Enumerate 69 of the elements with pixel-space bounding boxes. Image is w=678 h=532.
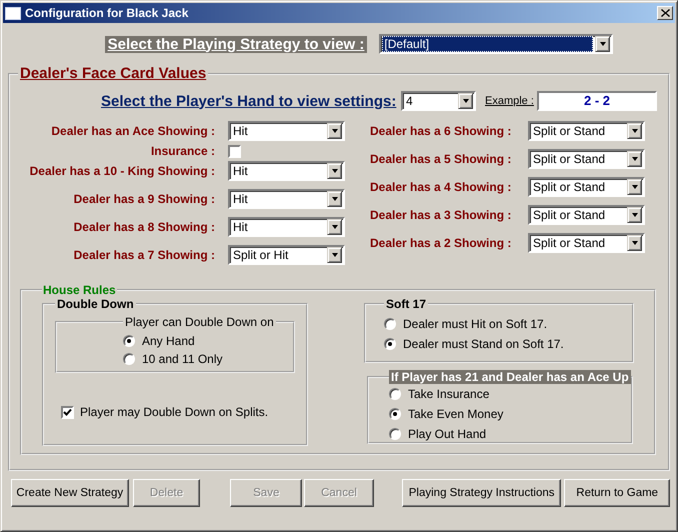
dropdown-button[interactable] <box>595 36 610 52</box>
radio-button[interactable] <box>123 335 135 347</box>
option-label: Play Out Hand <box>408 427 486 441</box>
option-label: Player may Double Down on Splits. <box>80 405 268 419</box>
window-title: Configuration for Black Jack <box>25 6 190 20</box>
option-label: 10 and 11 Only <box>142 352 223 366</box>
setting-label: Insurance : <box>150 144 215 158</box>
radio-button[interactable] <box>389 408 401 420</box>
radio-button[interactable] <box>389 388 401 400</box>
option-label: Dealer must Stand on Soft 17. <box>403 337 564 351</box>
setting-label: Dealer has an Ace Showing : <box>50 124 215 138</box>
setting-dropdown[interactable]: Split or Hit <box>228 245 345 265</box>
dropdown-button[interactable] <box>327 247 342 263</box>
setting-label: Dealer has a 6 Showing : <box>370 124 512 138</box>
dropdown-button[interactable] <box>627 207 642 223</box>
group-title: Player can Double Down on <box>124 315 275 329</box>
dropdown-button[interactable] <box>627 235 642 251</box>
setting-dropdown[interactable]: Split or Stand <box>528 177 645 197</box>
close-button[interactable] <box>657 6 673 20</box>
example-label: Example : <box>485 95 535 107</box>
group-title: If Player has 21 and Dealer has an Ace Up <box>389 370 631 384</box>
dialog-button[interactable]: Create New Strategy <box>11 479 129 507</box>
radio-button[interactable] <box>384 318 396 330</box>
dropdown-button[interactable] <box>327 219 342 235</box>
radio-button[interactable] <box>389 428 401 440</box>
hand-label: Select the Player's Hand to view settings: <box>101 92 393 110</box>
setting-dropdown[interactable]: Split or Stand <box>528 149 645 169</box>
dropdown-button[interactable] <box>327 123 342 139</box>
option-label: Take Insurance <box>408 387 490 401</box>
dropdown-button[interactable] <box>327 191 342 207</box>
hand-dropdown[interactable]: 4 <box>401 91 476 111</box>
dropdown-button[interactable] <box>458 93 473 109</box>
dropdown-button[interactable] <box>327 163 342 179</box>
setting-dropdown[interactable]: Hit <box>228 121 345 141</box>
setting-dropdown[interactable]: Hit <box>228 189 345 209</box>
setting-label: Dealer has a 2 Showing : <box>370 236 512 250</box>
setting-label: Dealer has a 3 Showing : <box>370 208 512 222</box>
dropdown-button[interactable] <box>627 123 642 139</box>
option-label: Dealer must Hit on Soft 17. <box>403 317 548 331</box>
window-icon <box>5 6 21 20</box>
setting-dropdown[interactable]: Split or Stand <box>528 205 645 225</box>
group-title: Double Down <box>56 297 135 311</box>
setting-label: Dealer has a 10 - King Showing : <box>28 164 215 178</box>
setting-dropdown[interactable]: Split or Stand <box>528 121 645 141</box>
setting-dropdown[interactable]: Split or Stand <box>528 233 645 253</box>
group-title: Soft 17 <box>385 297 428 311</box>
dropdown-button[interactable] <box>627 179 642 195</box>
strategy-dropdown[interactable]: [Default] <box>379 34 614 54</box>
setting-label: Dealer has a 8 Showing : <box>72 220 215 234</box>
group-title: Dealer's Face Card Values <box>19 65 208 82</box>
group-title: House Rules <box>42 283 117 297</box>
strategy-label: Select the Playing Strategy to view : <box>104 36 368 52</box>
setting-dropdown[interactable]: Hit <box>228 161 345 181</box>
dropdown-button[interactable] <box>627 151 642 167</box>
radio-button[interactable] <box>384 338 396 350</box>
checkbox[interactable] <box>228 144 241 158</box>
example-field: 2 - 2 <box>537 91 657 111</box>
setting-label: Dealer has a 7 Showing : <box>72 248 215 262</box>
setting-label: Dealer has a 5 Showing : <box>370 152 512 166</box>
option-label: Any Hand <box>142 334 195 348</box>
option-label: Take Even Money <box>408 407 504 421</box>
checkbox[interactable] <box>61 406 74 418</box>
dialog-button[interactable]: Return to Game <box>564 479 670 507</box>
close-icon <box>660 9 670 17</box>
radio-button[interactable] <box>123 353 135 365</box>
setting-dropdown[interactable]: Hit <box>228 217 345 237</box>
dialog-button[interactable]: Playing Strategy Instructions <box>402 479 562 507</box>
setting-label: Dealer has a 9 Showing : <box>72 192 215 206</box>
setting-label: Dealer has a 4 Showing : <box>370 180 512 194</box>
